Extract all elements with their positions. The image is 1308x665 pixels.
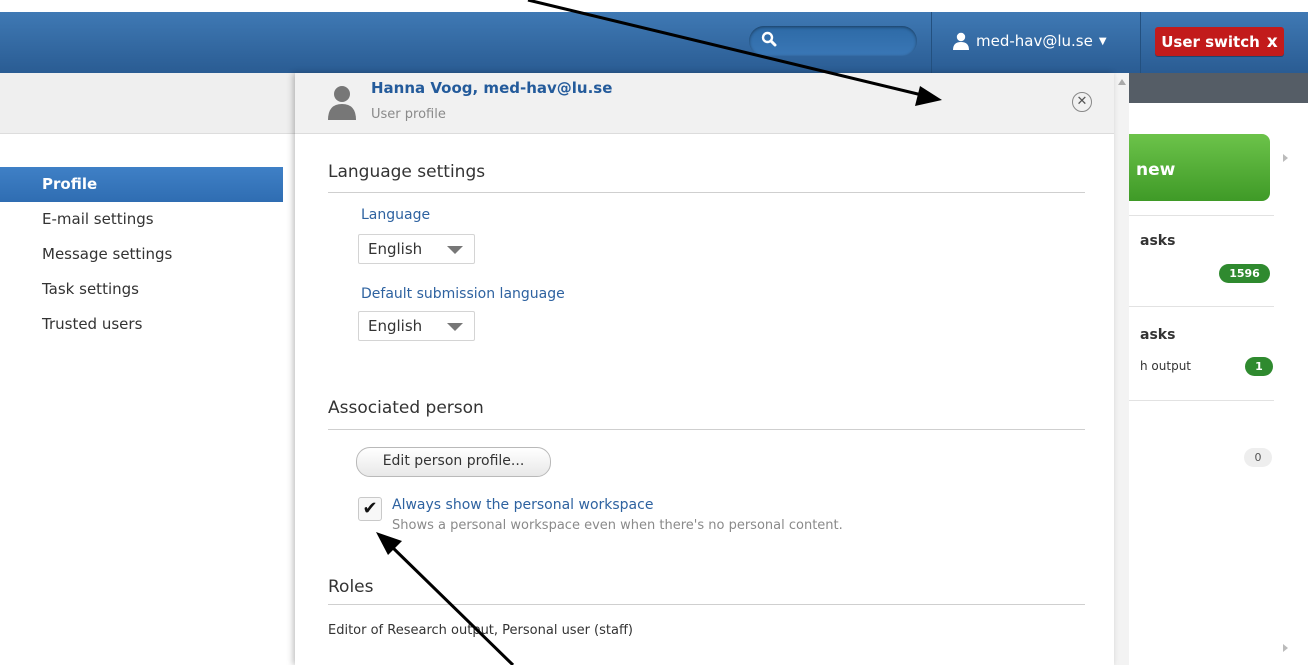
- sidebar-item-task-settings[interactable]: Task settings: [0, 272, 295, 307]
- user-menu[interactable]: med-hav@lu.se ▼: [952, 26, 1107, 56]
- chevron-down-icon: ▼: [1098, 35, 1107, 47]
- divider: [328, 192, 1085, 193]
- divider: [1129, 215, 1274, 216]
- divider: [1129, 400, 1274, 401]
- settings-nav: Profile E-mail settings Message settings…: [0, 167, 295, 342]
- sidebar-item-profile[interactable]: Profile: [0, 167, 295, 202]
- language-select[interactable]: English: [358, 234, 475, 264]
- chevron-down-icon: [447, 246, 463, 254]
- section-title-roles: Roles: [328, 577, 374, 597]
- submission-language-label: Default submission language: [361, 286, 565, 302]
- tasks-heading: asks: [1140, 233, 1176, 249]
- modal-scrollbar[interactable]: [1114, 73, 1129, 665]
- create-new-button[interactable]: new: [1129, 134, 1270, 201]
- close-icon[interactable]: ✕: [1072, 92, 1092, 112]
- user-profile-dialog: Hanna Voog, med-hav@lu.se User profile ✕…: [295, 73, 1114, 665]
- avatar: [328, 86, 356, 120]
- dialog-subtitle: User profile: [371, 107, 446, 122]
- close-icon: x: [1266, 31, 1278, 52]
- submission-language-select[interactable]: English: [358, 311, 475, 341]
- top-bar-divider: [1140, 12, 1141, 73]
- task-count-badge[interactable]: 1: [1245, 357, 1273, 376]
- roles-text: Editor of Research output, Personal user…: [328, 623, 633, 638]
- user-switch-button[interactable]: User switch x: [1155, 27, 1284, 56]
- divider: [1129, 306, 1274, 307]
- divider: [328, 604, 1085, 605]
- chevron-right-icon[interactable]: [1283, 644, 1288, 652]
- task-count-badge[interactable]: 1596: [1219, 264, 1270, 283]
- user-icon: [953, 32, 969, 50]
- personal-workspace-checkbox[interactable]: ✔: [358, 497, 382, 521]
- edit-person-profile-button[interactable]: Edit person profile...: [356, 447, 551, 477]
- language-select-value: English: [368, 240, 423, 258]
- section-title-associated-person: Associated person: [328, 398, 484, 418]
- dialog-title: Hanna Voog, med-hav@lu.se: [371, 79, 613, 97]
- dashboard-header: [1129, 73, 1308, 103]
- top-bar: med-hav@lu.se ▼ User switch x: [0, 12, 1308, 73]
- settings-header-strip: [0, 73, 295, 134]
- scroll-up-icon[interactable]: [1118, 79, 1126, 85]
- top-bar-divider: [931, 12, 932, 73]
- create-new-label: new: [1136, 160, 1176, 180]
- chevron-right-icon[interactable]: [1283, 154, 1288, 162]
- personal-workspace-label[interactable]: Always show the personal workspace: [392, 497, 653, 513]
- divider: [328, 429, 1085, 430]
- search-input[interactable]: [749, 26, 917, 56]
- submission-language-value: English: [368, 317, 423, 335]
- sidebar-item-message-settings[interactable]: Message settings: [0, 237, 295, 272]
- sidebar-item-email-settings[interactable]: E-mail settings: [0, 202, 295, 237]
- task-item-label[interactable]: h output: [1140, 359, 1191, 373]
- language-label: Language: [361, 207, 431, 223]
- user-switch-label: User switch: [1161, 32, 1260, 51]
- search-icon: [761, 31, 777, 47]
- user-menu-label: med-hav@lu.se: [976, 32, 1093, 50]
- dialog-header: Hanna Voog, med-hav@lu.se User profile ✕: [295, 73, 1114, 134]
- section-title-language: Language settings: [328, 162, 486, 182]
- count-badge: 0: [1244, 448, 1272, 467]
- chevron-down-icon: [447, 323, 463, 331]
- sidebar-item-trusted-users[interactable]: Trusted users: [0, 307, 295, 342]
- tasks-heading: asks: [1140, 327, 1176, 343]
- personal-workspace-description: Shows a personal workspace even when the…: [392, 518, 843, 533]
